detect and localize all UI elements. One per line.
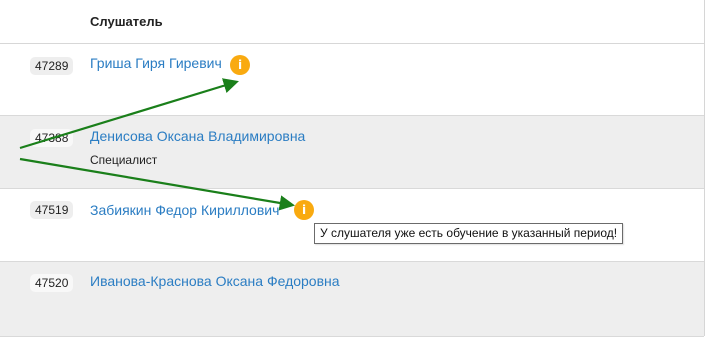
info-icon[interactable]: i — [230, 55, 250, 75]
student-id-badge: 47289 — [30, 57, 74, 75]
column-header-student: Слушатель — [90, 14, 163, 29]
student-name-link[interactable]: Иванова-Краснова Оксана Федоровна — [90, 272, 340, 290]
student-id-badge: 47520 — [30, 274, 74, 292]
student-name-link[interactable]: Забиякин Федор Кириллович — [90, 201, 279, 219]
table-row: 47289 Гриша Гиря Гиревич i — [0, 44, 704, 116]
student-id-badge: 47388 — [30, 129, 74, 147]
info-icon[interactable]: i — [294, 200, 314, 220]
warning-tooltip: У слушателя уже есть обучение в указанны… — [314, 223, 624, 244]
table-header: Слушатель — [0, 0, 704, 44]
student-id-badge: 47519 — [30, 201, 74, 219]
students-table: Слушатель 47289 Гриша Гиря Гиревич i 473… — [0, 0, 705, 337]
student-name-link[interactable]: Денисова Оксана Владимировна — [90, 127, 305, 145]
student-role: Специалист — [90, 153, 158, 167]
student-name-link[interactable]: Гриша Гиря Гиревич — [90, 54, 222, 72]
table-row: 47388 Денисова Оксана Владимировна Специ… — [0, 116, 704, 189]
table-row: 47520 Иванова-Краснова Оксана Федоровна — [0, 262, 704, 337]
